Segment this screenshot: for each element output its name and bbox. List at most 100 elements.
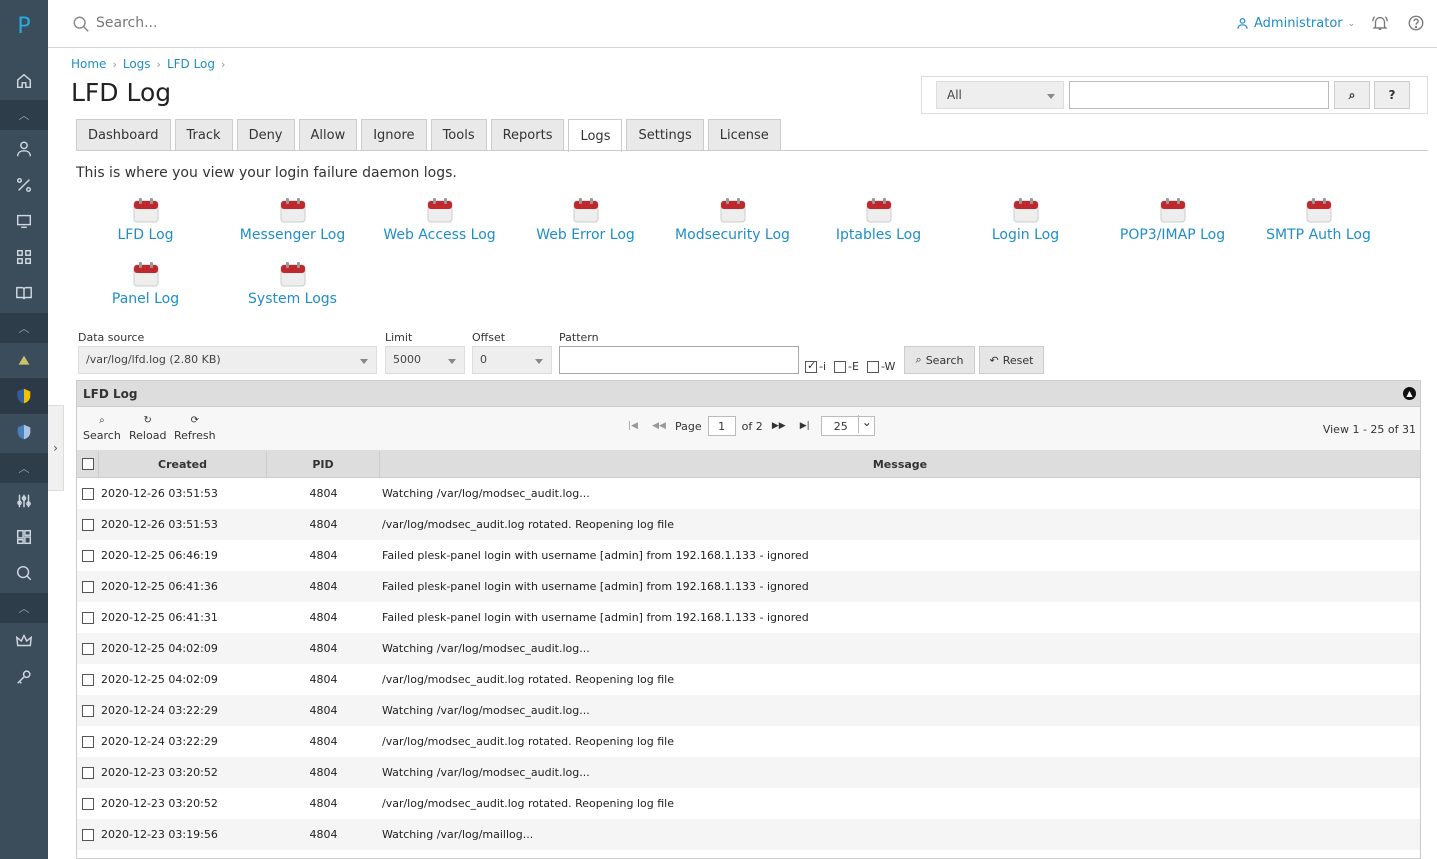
col-message[interactable]: Message: [380, 451, 1420, 477]
sliders-icon[interactable]: [0, 483, 48, 519]
log-link-panel-log[interactable]: Panel Log: [72, 261, 219, 307]
limit-select[interactable]: 5000: [385, 346, 465, 374]
filter-help-button[interactable]: ?: [1374, 81, 1410, 109]
grid-refresh-button[interactable]: ⟳ Refresh: [174, 415, 216, 442]
pattern-input[interactable]: [559, 346, 799, 374]
checkbox-checked[interactable]: [805, 359, 817, 373]
plesk-logo[interactable]: P: [0, 14, 48, 39]
table-row[interactable]: 2020-12-23 03:20:52 4804 Watching /var/log…: [77, 757, 1420, 788]
last-page-icon[interactable]: ▶|: [795, 421, 815, 431]
tab-dashboard[interactable]: Dashboard: [76, 119, 171, 151]
reset-button[interactable]: ↶ Reset: [979, 346, 1044, 374]
row-checkbox[interactable]: [82, 766, 94, 779]
log-link-iptables-log[interactable]: Iptables Log: [805, 197, 952, 243]
tab-reports[interactable]: Reports: [490, 119, 565, 151]
row-checkbox[interactable]: [82, 611, 94, 624]
user-menu[interactable]: Administrator ⌄: [1236, 16, 1355, 31]
breadcrumb-logs[interactable]: Logs: [123, 57, 151, 71]
percent-icon[interactable]: [0, 167, 48, 203]
chevron-up-icon[interactable]: ︿: [0, 453, 48, 483]
breadcrumb-lfd-log[interactable]: LFD Log: [167, 57, 215, 71]
table-row[interactable]: 2020-12-25 04:02:09 4804/var/log/modsec_a…: [77, 664, 1420, 695]
chevron-up-icon[interactable]: ︿: [0, 313, 48, 343]
option-i-checkbox[interactable]: -i: [805, 359, 826, 373]
row-checkbox[interactable]: [82, 828, 94, 841]
checkbox[interactable]: [834, 360, 846, 373]
log-link-lfd-log[interactable]: LFD Log: [72, 197, 219, 243]
global-search-input[interactable]: Search...: [96, 15, 157, 31]
checkbox[interactable]: [867, 360, 879, 373]
log-link-login-log[interactable]: Login Log: [952, 197, 1099, 243]
tab-deny[interactable]: Deny: [236, 119, 295, 151]
search-button[interactable]: ⌕ Search: [904, 346, 975, 374]
offset-select[interactable]: 0: [472, 346, 552, 374]
table-row[interactable]: 2020-12-24 03:22:29 4804 Watching /var/log…: [77, 695, 1420, 726]
row-checkbox[interactable]: [82, 797, 94, 810]
shield2-icon[interactable]: [0, 414, 48, 450]
chevron-up-icon[interactable]: ︿: [0, 100, 48, 130]
log-link-modsecurity-log[interactable]: Modsecurity Log: [659, 197, 806, 243]
table-row[interactable]: 2020-12-25 06:46:19 4804 Failed plesk-pane…: [77, 540, 1420, 571]
key-icon[interactable]: [0, 659, 48, 695]
tab-ignore[interactable]: Ignore: [361, 119, 427, 151]
grid-search-button[interactable]: ⌕ Search: [83, 415, 121, 442]
log-link-messenger-log[interactable]: Messenger Log: [219, 197, 366, 243]
rows-per-page-select[interactable]: 25: [820, 415, 875, 436]
row-checkbox[interactable]: [82, 704, 94, 717]
chevron-up-icon[interactable]: ︿: [0, 593, 48, 623]
table-row[interactable]: 2020-12-23 03:19:56 4804 Watching /var/log…: [77, 819, 1420, 850]
shield-icon[interactable]: [0, 378, 48, 414]
help-icon[interactable]: [1407, 14, 1425, 32]
home-icon[interactable]: [0, 63, 48, 99]
tab-license[interactable]: License: [707, 119, 781, 151]
first-page-icon[interactable]: |◀: [623, 421, 643, 431]
monitor-icon[interactable]: [0, 203, 48, 239]
table-row[interactable]: 2020-12-23 03:20:52 4804/var/log/modsec_a…: [77, 788, 1420, 819]
next-page-icon[interactable]: ▶▶: [769, 421, 789, 431]
data-source-select[interactable]: /var/log/lfd.log (2.80 KB): [78, 346, 377, 374]
sidebar-expand-toggle[interactable]: ›: [48, 405, 64, 491]
row-checkbox[interactable]: [82, 580, 94, 593]
tab-settings[interactable]: Settings: [626, 119, 704, 151]
option-e-checkbox[interactable]: -E: [834, 360, 859, 373]
table-row[interactable]: 2020-12-26 03:51:53 4804/var/log/modsec_a…: [77, 509, 1420, 540]
table-row[interactable]: 2020-12-25 06:41:31 4804 Failed plesk-pane…: [77, 602, 1420, 633]
page-input[interactable]: 1: [707, 416, 736, 436]
dashboard-icon[interactable]: [0, 519, 48, 555]
table-row[interactable]: 2020-12-25 04:02:09 4804 Watching /var/log…: [77, 633, 1420, 664]
row-checkbox[interactable]: [82, 735, 94, 748]
table-row[interactable]: 2020-12-25 06:41:36 4804 Failed plesk-pane…: [77, 571, 1420, 602]
select-all-checkbox[interactable]: [81, 458, 94, 470]
row-checkbox[interactable]: [82, 518, 94, 531]
filter-search-button[interactable]: ⌕: [1334, 81, 1370, 109]
tab-tools[interactable]: Tools: [430, 119, 487, 151]
row-checkbox[interactable]: [82, 642, 94, 655]
table-row[interactable]: 2020-12-26 03:51:53 4804 Watching /var/log…: [77, 478, 1420, 509]
option-w-checkbox[interactable]: -W: [867, 360, 895, 373]
col-created[interactable]: Created: [99, 451, 267, 477]
collapse-icon[interactable]: ▲: [1403, 387, 1416, 400]
breadcrumb-home[interactable]: Home: [71, 57, 106, 71]
log-link-pop3-imap-log[interactable]: POP3/IMAP Log: [1099, 197, 1246, 243]
row-checkbox[interactable]: [82, 549, 94, 562]
filter-input[interactable]: [1069, 81, 1329, 109]
log-link-web-access-log[interactable]: Web Access Log: [366, 197, 513, 243]
book-icon[interactable]: [0, 275, 48, 311]
prev-page-icon[interactable]: ◀◀: [649, 421, 669, 431]
apps-icon[interactable]: [0, 239, 48, 275]
table-row[interactable]: 2020-12-24 03:22:29 4804/var/log/modsec_a…: [77, 726, 1420, 757]
col-pid[interactable]: PID: [267, 451, 380, 477]
log-link-web-error-log[interactable]: Web Error Log: [512, 197, 659, 243]
user-icon[interactable]: [0, 131, 48, 167]
crown-icon[interactable]: [0, 623, 48, 659]
grid-reload-button[interactable]: ↻ Reload: [129, 415, 166, 442]
row-checkbox[interactable]: [82, 487, 94, 500]
tab-allow[interactable]: Allow: [298, 119, 358, 151]
row-checkbox[interactable]: [82, 673, 94, 686]
filter-scope-select[interactable]: All: [936, 81, 1064, 109]
search-icon[interactable]: [0, 555, 48, 591]
tab-logs[interactable]: Logs: [568, 119, 623, 152]
tab-track[interactable]: Track: [174, 119, 233, 151]
extension-icon[interactable]: [0, 343, 48, 379]
log-link-system-logs[interactable]: System Logs: [219, 261, 366, 307]
